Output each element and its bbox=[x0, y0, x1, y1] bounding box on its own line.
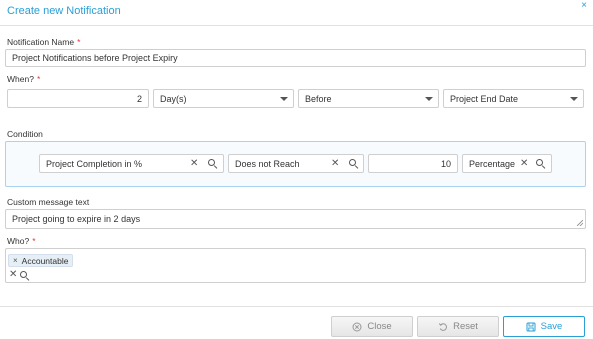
when-reference-value: Project End Date bbox=[450, 93, 519, 104]
when-unit-select[interactable]: Day(s) bbox=[153, 89, 294, 108]
save-button[interactable]: Save bbox=[503, 316, 585, 337]
when-label: When? * bbox=[7, 74, 41, 84]
search-icon[interactable] bbox=[20, 271, 30, 282]
custom-message-label: Custom message text bbox=[7, 197, 90, 207]
close-button-label: Close bbox=[367, 321, 392, 332]
header-divider bbox=[0, 25, 593, 26]
condition-value: 10 bbox=[440, 158, 451, 169]
custom-message-value: Project going to expire in 2 days bbox=[12, 214, 141, 224]
custom-message-textarea[interactable]: Project going to expire in 2 days bbox=[5, 209, 586, 229]
clear-icon[interactable]: ✕ bbox=[190, 159, 198, 169]
footer-divider bbox=[0, 306, 593, 307]
who-tag-label: Accountable bbox=[21, 255, 69, 266]
notification-name-input[interactable]: Project Notifications before Project Exp… bbox=[5, 49, 586, 67]
when-relation-select[interactable]: Before bbox=[298, 89, 439, 108]
condition-metric-field[interactable]: Project Completion in % ✕ bbox=[39, 154, 224, 173]
chevron-down-icon bbox=[570, 96, 578, 101]
who-tag[interactable]: × Accountable bbox=[8, 254, 74, 267]
chevron-down-icon bbox=[425, 96, 433, 101]
close-icon[interactable]: × bbox=[581, 1, 587, 11]
chevron-down-icon bbox=[280, 96, 288, 101]
clear-icon[interactable]: ✕ bbox=[9, 270, 17, 280]
resize-handle-icon[interactable] bbox=[577, 220, 583, 226]
who-input[interactable] bbox=[5, 248, 586, 283]
condition-operator-value: Does not Reach bbox=[235, 158, 300, 169]
save-icon bbox=[526, 322, 536, 331]
required-marker: * bbox=[36, 74, 41, 84]
notification-name-label: Notification Name * bbox=[7, 37, 81, 47]
search-icon[interactable] bbox=[208, 159, 218, 170]
reset-button[interactable]: Reset bbox=[417, 316, 499, 337]
reset-button-label: Reset bbox=[453, 321, 478, 332]
search-icon[interactable] bbox=[536, 159, 546, 170]
search-icon[interactable] bbox=[349, 159, 359, 170]
condition-label: Condition bbox=[7, 129, 43, 139]
condition-value-input[interactable]: 10 bbox=[368, 154, 458, 173]
close-button[interactable]: Close bbox=[331, 316, 413, 337]
clear-icon[interactable]: ✕ bbox=[520, 159, 528, 169]
clear-icon[interactable]: ✕ bbox=[331, 159, 339, 169]
tag-remove-icon[interactable]: × bbox=[13, 256, 18, 265]
dialog-title: Create new Notification bbox=[7, 5, 121, 17]
reset-icon bbox=[438, 322, 448, 331]
when-relation-value: Before bbox=[305, 93, 332, 104]
close-circle-icon bbox=[352, 322, 362, 331]
when-amount-value: 2 bbox=[136, 93, 142, 104]
condition-operator-field[interactable]: Does not Reach ✕ bbox=[228, 154, 364, 173]
who-label: Who? * bbox=[7, 236, 36, 246]
when-reference-select[interactable]: Project End Date bbox=[443, 89, 584, 108]
when-unit-value: Day(s) bbox=[160, 93, 187, 104]
condition-unit-value: Percentage bbox=[469, 158, 516, 169]
save-button-label: Save bbox=[540, 321, 563, 332]
when-amount-input[interactable]: 2 bbox=[7, 89, 149, 108]
condition-unit-field[interactable]: Percentage ✕ bbox=[462, 154, 552, 173]
required-marker: * bbox=[77, 37, 81, 47]
notification-name-value: Project Notifications before Project Exp… bbox=[12, 53, 178, 63]
condition-metric-value: Project Completion in % bbox=[46, 158, 143, 169]
required-marker: * bbox=[32, 236, 36, 246]
